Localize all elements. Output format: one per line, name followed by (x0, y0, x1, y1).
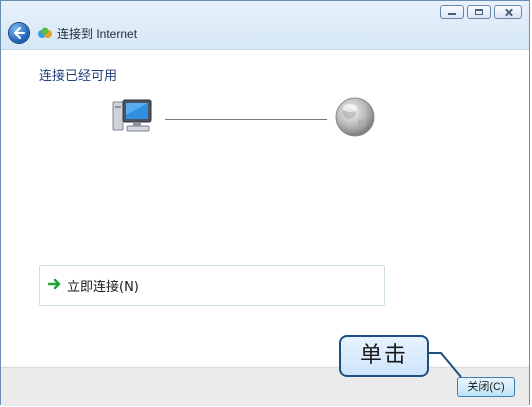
window-controls (440, 5, 522, 19)
computer-icon (112, 99, 152, 132)
main-content: 连接已经可用 立即连接(N) (1, 50, 529, 366)
title-bar: 连接到 Internet (1, 1, 529, 50)
click-callout: 单击 (339, 335, 429, 377)
globe-icon (335, 97, 375, 137)
connection-line (165, 119, 327, 120)
minimize-button[interactable] (440, 5, 464, 19)
maximize-button[interactable] (467, 5, 491, 19)
close-button[interactable]: 关闭(C) (457, 377, 515, 397)
close-window-button[interactable] (494, 5, 522, 19)
callout-pointer (428, 352, 462, 378)
green-arrow-icon (48, 278, 61, 290)
page-heading: 连接已经可用 (39, 69, 118, 84)
connect-now-option[interactable]: 立即连接(N) (39, 265, 385, 306)
back-arrow-icon (14, 27, 25, 39)
back-button[interactable] (9, 23, 29, 43)
network-icon (38, 27, 52, 38)
dialog-window: 连接到 Internet 连接已经可用 立即连接(N) 关闭(C) (0, 0, 530, 406)
window-title: 连接到 Internet (57, 27, 138, 41)
connect-now-label: 立即连接(N) (67, 280, 139, 295)
